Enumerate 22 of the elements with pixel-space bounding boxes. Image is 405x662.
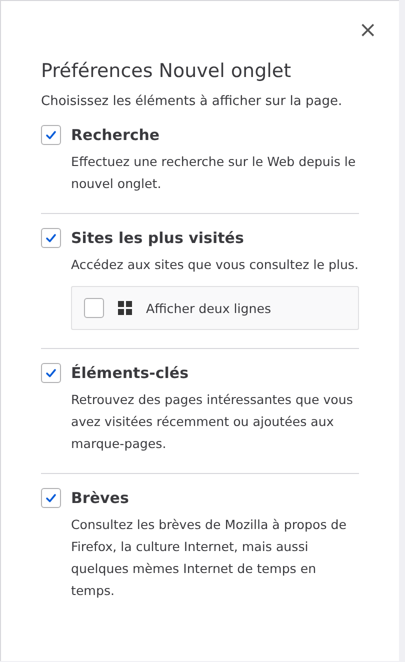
checkmark-icon: [45, 367, 57, 379]
close-button[interactable]: ×: [354, 19, 381, 43]
panel-subtitle: Choisissez les éléments à afficher sur la page.: [41, 93, 344, 111]
section-title: Recherche: [71, 126, 160, 144]
panel-title: Préférences Nouvel onglet: [41, 59, 292, 84]
checkbox[interactable]: [41, 125, 61, 145]
checkbox[interactable]: [41, 228, 61, 248]
checkmark-icon: [45, 492, 57, 504]
section-description: Accédez aux sites que vous consultez le plus.: [71, 256, 359, 274]
option-label: Afficher deux lignes: [146, 300, 272, 316]
section-description: Consultez les brèves de Mozilla à propos de Firefox, la culture Internet, mais aussi quelques mèmes Internet de temps en temps.: [71, 516, 348, 600]
section-title: Brèves: [71, 489, 129, 507]
checkbox[interactable]: [41, 488, 61, 508]
checkbox[interactable]: [84, 298, 104, 318]
checkmark-icon: [45, 129, 57, 141]
section-title: Sites les plus visités: [71, 229, 244, 247]
section-description: Retrouvez des pages intéressantes que vous avez visitées récemment ou ajoutées aux marque-pages.: [71, 391, 354, 453]
section-title: Éléments-clés: [71, 364, 189, 382]
grid-icon: [118, 301, 132, 315]
section-description: Effectuez une recherche sur le Web depuis le nouvel onglet.: [71, 153, 357, 193]
checkmark-icon: [45, 232, 57, 244]
checkbox[interactable]: [41, 363, 61, 383]
